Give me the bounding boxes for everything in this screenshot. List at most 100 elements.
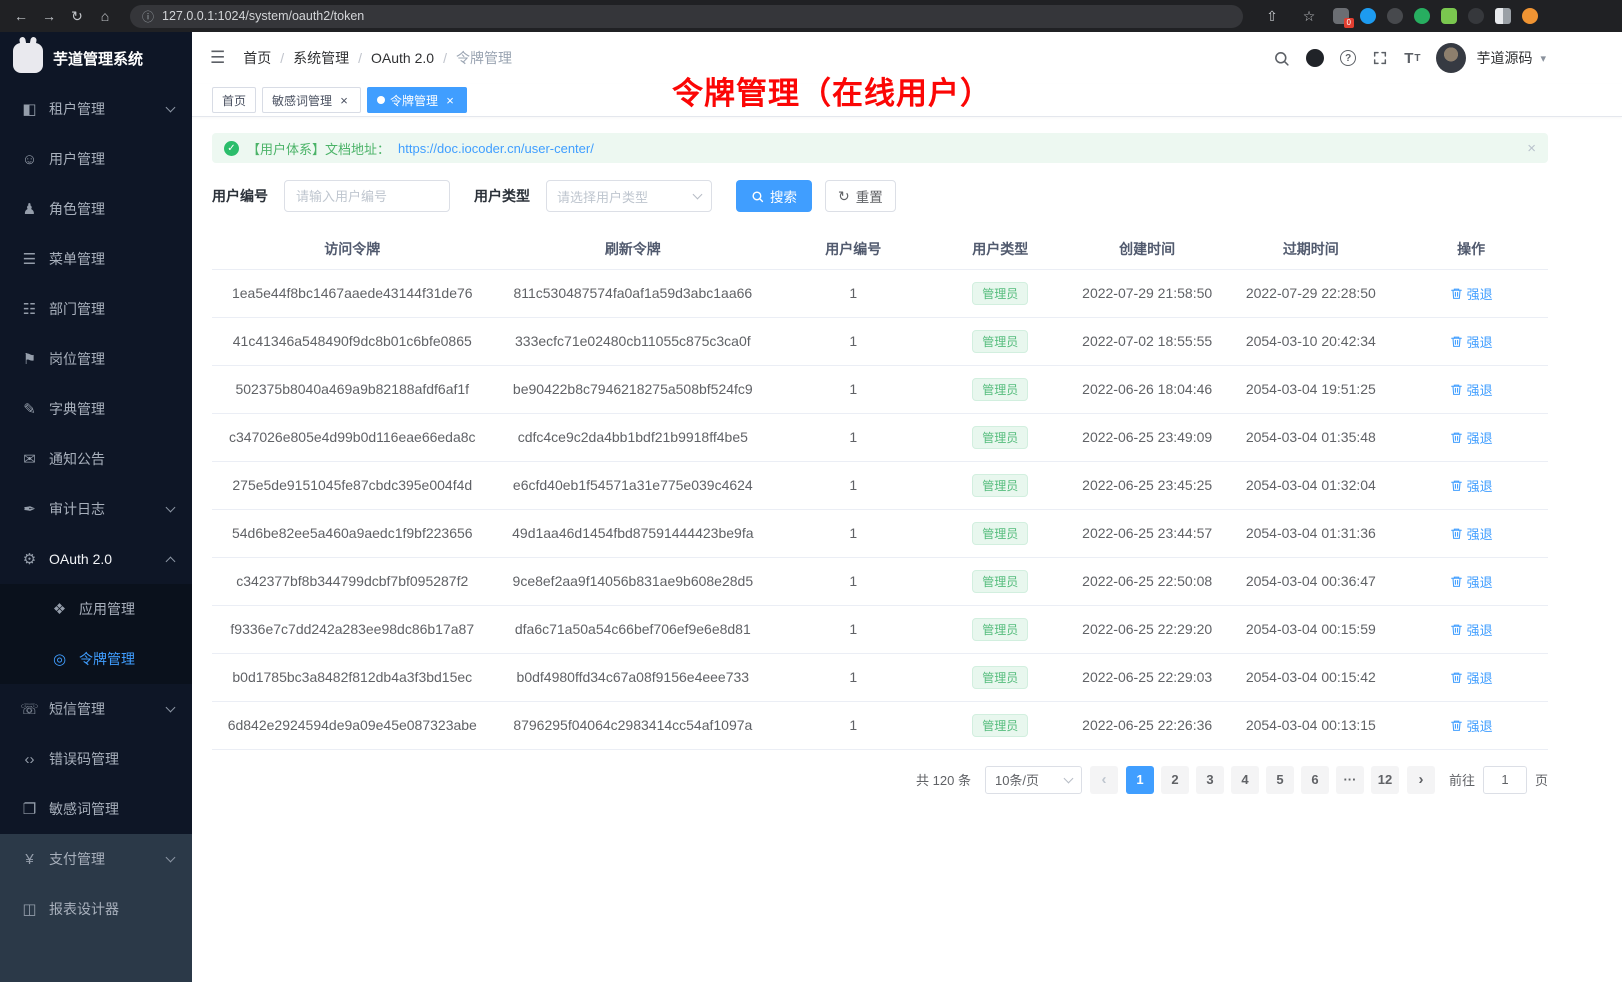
app-logo[interactable]: 芋道管理系统 bbox=[0, 32, 192, 84]
sidebar-item-error-code[interactable]: ‹› 错误码管理 bbox=[0, 734, 192, 784]
force-logout-button[interactable]: 强退 bbox=[1450, 572, 1493, 591]
access-token-cell: f9336e7c7dd242a283ee98dc86b17a87 bbox=[212, 605, 493, 653]
sidebar-item-sensitive-word[interactable]: ❐ 敏感词管理 bbox=[0, 784, 192, 834]
page-number-button[interactable]: 5 bbox=[1266, 766, 1294, 794]
force-logout-label: 强退 bbox=[1467, 332, 1493, 351]
next-page-button[interactable]: › bbox=[1407, 766, 1435, 794]
tab-token[interactable]: 令牌管理 × bbox=[367, 87, 467, 113]
force-logout-button[interactable]: 强退 bbox=[1450, 284, 1493, 303]
search-button[interactable]: 搜索 bbox=[736, 180, 812, 212]
force-logout-button[interactable]: 强退 bbox=[1450, 380, 1493, 399]
table-row: 6d842e2924594de9a09e45e087323abe 8796295… bbox=[212, 701, 1548, 749]
forward-icon[interactable]: → bbox=[36, 3, 62, 29]
sidebar-item-oauth2-app[interactable]: ❖ 应用管理 bbox=[0, 584, 192, 634]
sidebar-item-menu[interactable]: ☰ 菜单管理 bbox=[0, 234, 192, 284]
page-number-button[interactable]: 2 bbox=[1161, 766, 1189, 794]
extension-icon[interactable] bbox=[1441, 8, 1457, 24]
sidebar-item-report-designer[interactable]: ◫ 报表设计器 bbox=[0, 884, 192, 934]
user-type-tag: 管理员 bbox=[972, 666, 1028, 689]
url-bar[interactable]: ⓘ 127.0.0.1:1024/system/oauth2/token bbox=[130, 5, 1243, 28]
force-logout-button[interactable]: 强退 bbox=[1450, 620, 1493, 639]
force-logout-label: 强退 bbox=[1467, 284, 1493, 303]
help-icon[interactable]: ? bbox=[1340, 50, 1356, 66]
sidepanel-icon[interactable] bbox=[1495, 8, 1511, 24]
user-no-input[interactable] bbox=[284, 180, 450, 212]
sidebar-collapse-icon[interactable]: ☰ bbox=[206, 48, 229, 68]
tab-home[interactable]: 首页 bbox=[212, 87, 256, 113]
extension-icon[interactable] bbox=[1360, 8, 1376, 24]
sidebar-item-oauth2-token[interactable]: ◎ 令牌管理 bbox=[0, 634, 192, 684]
page-size-select[interactable]: 10条/页 bbox=[985, 766, 1082, 794]
alert-close-icon[interactable]: × bbox=[1527, 140, 1536, 157]
sidebar-item-dict[interactable]: ✎ 字典管理 bbox=[0, 384, 192, 434]
page-number-button[interactable]: 4 bbox=[1231, 766, 1259, 794]
extension-icon[interactable] bbox=[1387, 8, 1403, 24]
extension-icon[interactable]: 0 bbox=[1333, 8, 1349, 24]
force-logout-button[interactable]: 强退 bbox=[1450, 476, 1493, 495]
col-actions: 操作 bbox=[1394, 230, 1548, 269]
expire-time-cell: 2054-03-04 19:51:25 bbox=[1227, 365, 1394, 413]
caret-down-icon[interactable]: ▾ bbox=[1540, 52, 1546, 65]
home-icon[interactable]: ⌂ bbox=[92, 3, 118, 29]
page-number-button[interactable]: 12 bbox=[1371, 766, 1399, 794]
breadcrumb-item-system[interactable]: 系统管理 bbox=[293, 48, 349, 68]
font-size-icon[interactable]: TT bbox=[1404, 50, 1420, 67]
goto-page-input[interactable] bbox=[1483, 766, 1527, 794]
sidebar-item-oauth2[interactable]: ⚙ OAuth 2.0 bbox=[0, 534, 192, 584]
tab-close-icon[interactable]: × bbox=[337, 93, 351, 107]
col-create-time: 创建时间 bbox=[1067, 230, 1227, 269]
user-avatar[interactable] bbox=[1436, 43, 1466, 73]
sidebar-item-sms[interactable]: ☏ 短信管理 bbox=[0, 684, 192, 734]
page-number-button[interactable]: 1 bbox=[1126, 766, 1154, 794]
tab-close-icon[interactable]: × bbox=[443, 93, 457, 107]
force-logout-button[interactable]: 强退 bbox=[1450, 428, 1493, 447]
force-logout-button[interactable]: 强退 bbox=[1450, 716, 1493, 735]
force-logout-button[interactable]: 强退 bbox=[1450, 332, 1493, 351]
sidebar-item-label: 应用管理 bbox=[79, 599, 135, 619]
font-size-small: T bbox=[1414, 53, 1420, 64]
sidebar-item-tenant[interactable]: ◧ 租户管理 bbox=[0, 84, 192, 134]
create-time-cell: 2022-06-25 23:49:09 bbox=[1067, 413, 1227, 461]
action-cell: 强退 bbox=[1394, 653, 1548, 701]
search-icon[interactable] bbox=[1273, 50, 1290, 67]
post-icon: ⚑ bbox=[20, 350, 39, 368]
sidebar-item-label: 租户管理 bbox=[49, 99, 105, 119]
prev-page-button[interactable]: ‹ bbox=[1090, 766, 1118, 794]
extension-icon[interactable] bbox=[1414, 8, 1430, 24]
github-icon[interactable] bbox=[1306, 49, 1324, 67]
page-number-button[interactable]: 3 bbox=[1196, 766, 1224, 794]
back-icon[interactable]: ← bbox=[8, 3, 34, 29]
force-logout-button[interactable]: 强退 bbox=[1450, 668, 1493, 687]
refresh-icon: ↻ bbox=[838, 189, 850, 203]
alert-doc-link[interactable]: https://doc.iocoder.cn/user-center/ bbox=[398, 141, 594, 156]
sidebar-item-audit-log[interactable]: ✒ 审计日志 bbox=[0, 484, 192, 534]
info-icon[interactable]: ⓘ bbox=[142, 8, 154, 25]
breadcrumb-item-home[interactable]: 首页 bbox=[243, 48, 271, 68]
sidebar-item-label: 支付管理 bbox=[49, 849, 105, 869]
extension-icon[interactable] bbox=[1468, 8, 1484, 24]
reload-icon[interactable]: ↻ bbox=[64, 3, 90, 29]
breadcrumb-separator: / bbox=[280, 50, 284, 66]
user-type-cell: 管理员 bbox=[933, 365, 1067, 413]
trash-icon bbox=[1450, 527, 1463, 540]
breadcrumb-item-oauth2[interactable]: OAuth 2.0 bbox=[371, 50, 434, 66]
reset-button[interactable]: ↻ 重置 bbox=[825, 180, 896, 212]
sidebar-item-pay[interactable]: ¥ 支付管理 bbox=[0, 834, 192, 884]
sidebar-item-notice[interactable]: ✉ 通知公告 bbox=[0, 434, 192, 484]
browser-profile-avatar[interactable] bbox=[1522, 8, 1538, 24]
force-logout-label: 强退 bbox=[1467, 428, 1493, 447]
bookmark-star-icon[interactable]: ☆ bbox=[1296, 3, 1322, 29]
oauth2-app-icon: ❖ bbox=[50, 600, 69, 618]
share-icon[interactable]: ⇧ bbox=[1259, 3, 1285, 29]
sidebar-item-role[interactable]: ♟ 角色管理 bbox=[0, 184, 192, 234]
sidebar-item-dept[interactable]: ☷ 部门管理 bbox=[0, 284, 192, 334]
user-type-select[interactable]: 请选择用户类型 bbox=[546, 180, 712, 212]
page-number-button[interactable]: 6 bbox=[1301, 766, 1329, 794]
tab-sensitive-word[interactable]: 敏感词管理 × bbox=[262, 87, 361, 113]
fullscreen-icon[interactable] bbox=[1372, 50, 1388, 66]
pages-ellipsis-button[interactable]: ··· bbox=[1336, 766, 1364, 794]
force-logout-button[interactable]: 强退 bbox=[1450, 524, 1493, 543]
username[interactable]: 芋道源码 bbox=[1476, 48, 1532, 68]
sidebar-item-user[interactable]: ☺ 用户管理 bbox=[0, 134, 192, 184]
sidebar-item-post[interactable]: ⚑ 岗位管理 bbox=[0, 334, 192, 384]
